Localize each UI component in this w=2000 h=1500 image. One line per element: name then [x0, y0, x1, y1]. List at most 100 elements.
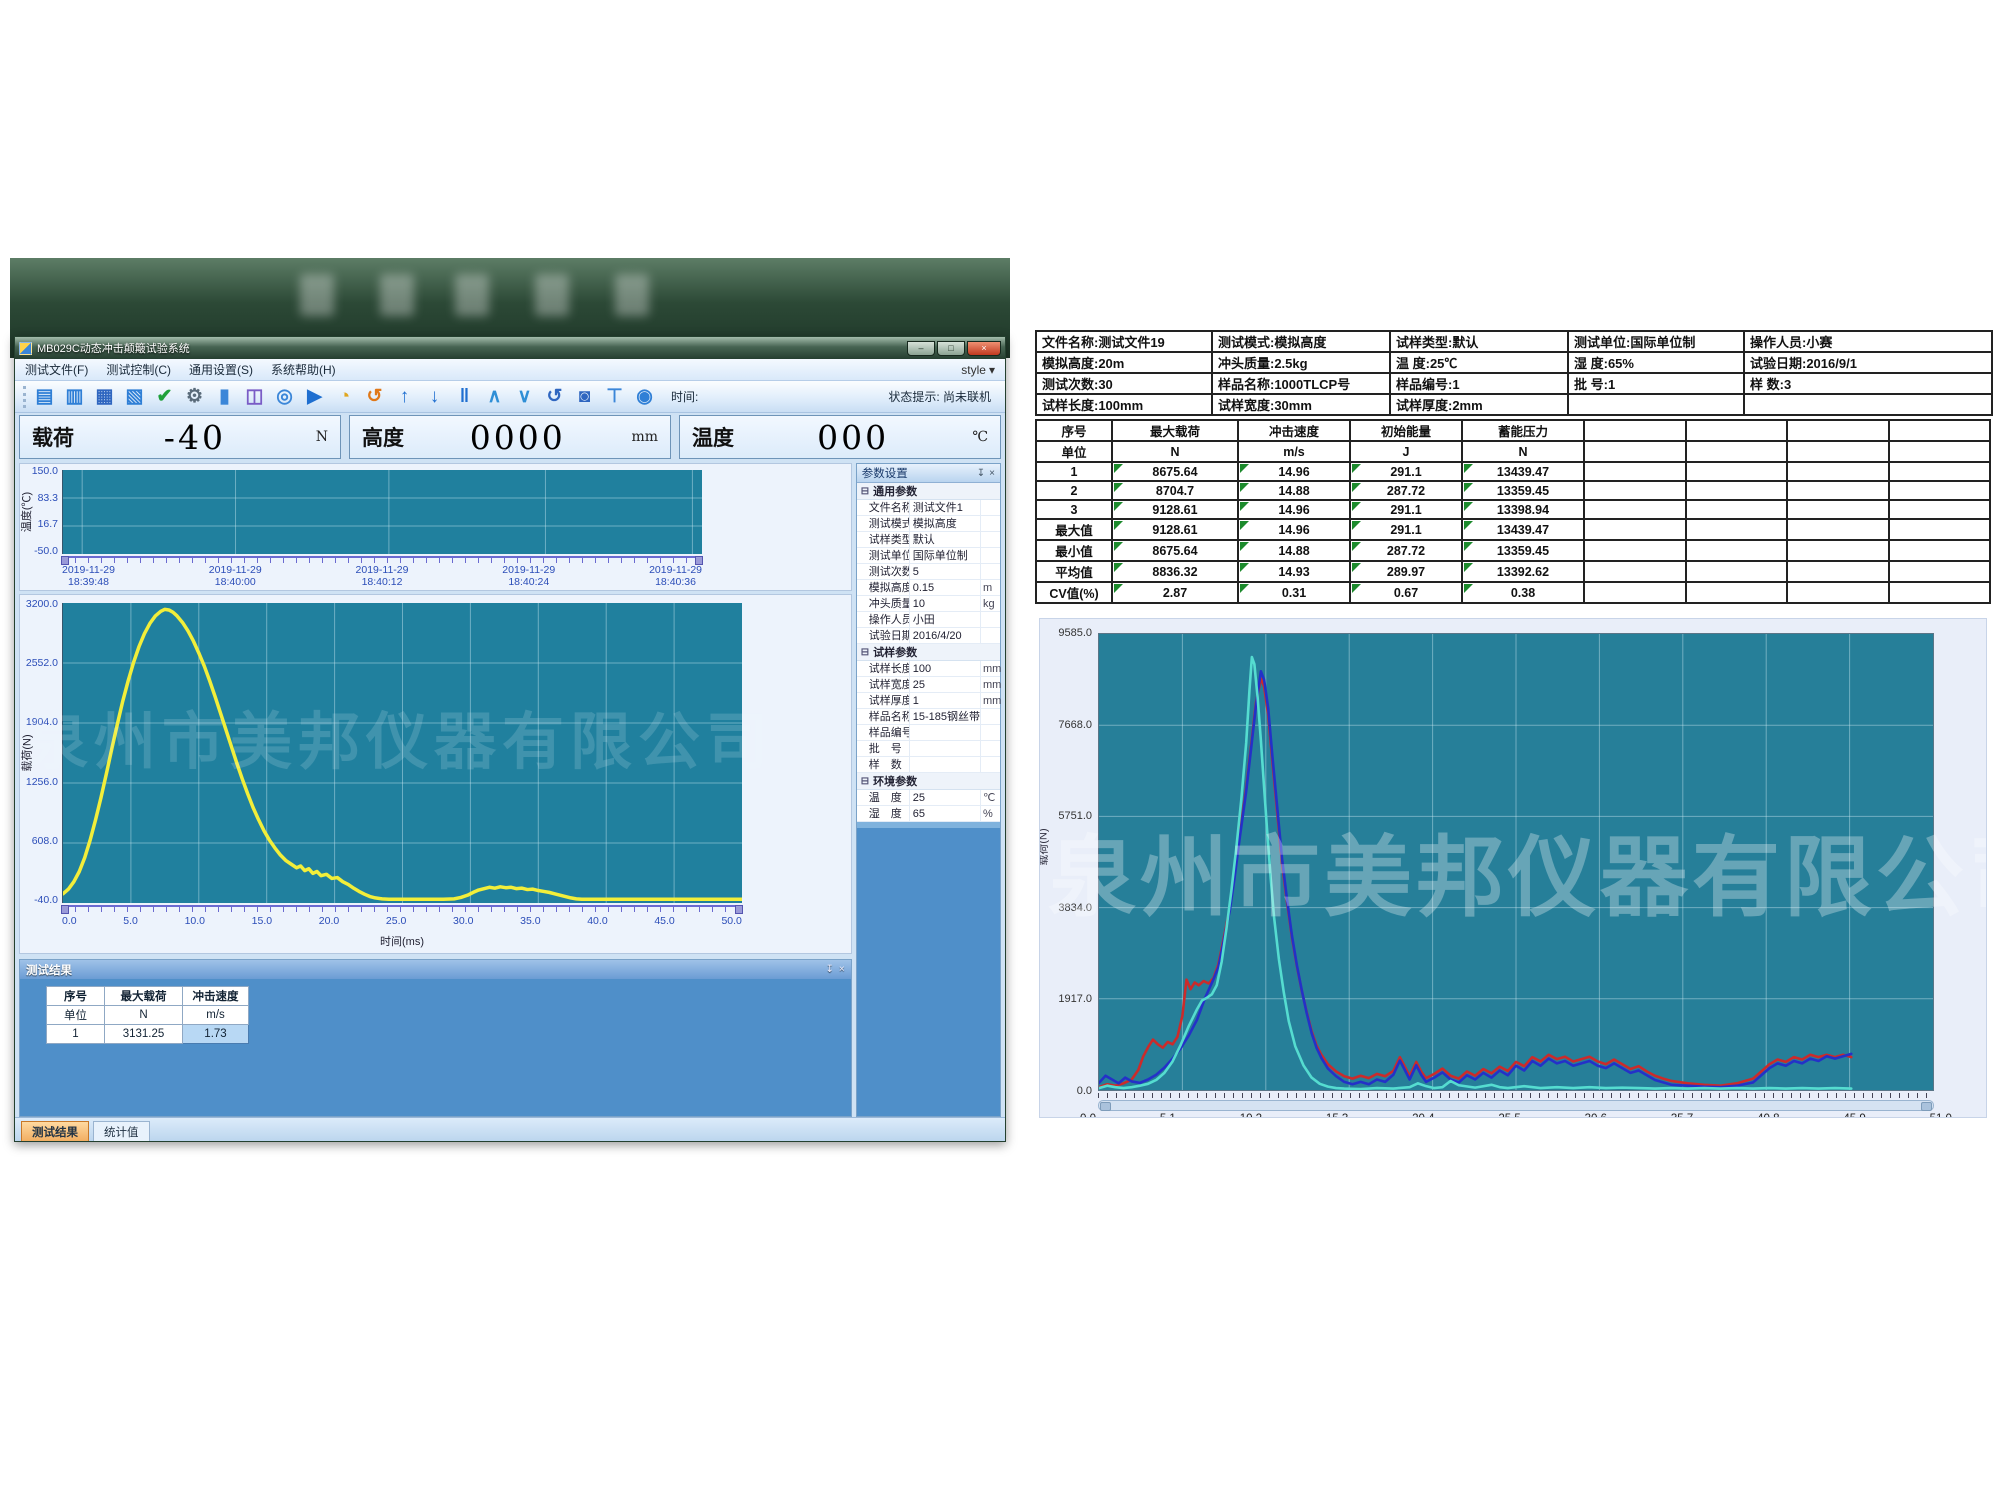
- sidebar-parameter-row[interactable]: 冲头质量10kg: [857, 596, 1000, 612]
- minimize-button[interactable]: –: [907, 341, 935, 356]
- parameter-value[interactable]: [909, 757, 980, 772]
- jog-down-icon[interactable]: ∨: [513, 385, 536, 409]
- tab-results[interactable]: 测试结果: [21, 1121, 89, 1141]
- network-icon[interactable]: ◎: [273, 385, 296, 409]
- menu-item-file[interactable]: 测试文件(F): [25, 361, 88, 378]
- parameter-value[interactable]: 1: [909, 693, 980, 708]
- temperature-chart-plot[interactable]: [62, 470, 702, 554]
- sidebar-parameter-row[interactable]: 文件名称测试文件1: [857, 500, 1000, 516]
- sidebar-parameter-row[interactable]: 操作人员小田: [857, 612, 1000, 628]
- sidebar-parameter-row[interactable]: 试样类型默认: [857, 532, 1000, 548]
- sidebar-parameter-row[interactable]: 样 数: [857, 757, 1000, 773]
- sensor-icon[interactable]: ▮: [213, 385, 236, 409]
- sidebar-parameter-row[interactable]: 批 号: [857, 741, 1000, 757]
- table-cell: 测试次数:30: [1036, 373, 1212, 394]
- load-chart-x-axis[interactable]: [62, 905, 742, 912]
- collapse-icon[interactable]: ⊟: [861, 647, 869, 658]
- parameter-value[interactable]: [909, 741, 980, 756]
- sidebar-parameter-row[interactable]: 试样宽度25mm: [857, 677, 1000, 693]
- open-file-icon[interactable]: ▥: [63, 385, 86, 409]
- move-up-icon[interactable]: ↑: [393, 385, 416, 409]
- tick-label: 0.0: [1080, 1113, 1096, 1118]
- menu-item-settings[interactable]: 通用设置(S): [189, 361, 253, 378]
- sidebar-parameter-row[interactable]: 测试模式模拟高度: [857, 516, 1000, 532]
- parameter-value[interactable]: 2016/4/20: [909, 628, 980, 643]
- sidebar-parameter-row[interactable]: 测试单位国际单位制: [857, 548, 1000, 564]
- settings-gear-icon[interactable]: ⚙: [183, 385, 206, 409]
- new-file-icon[interactable]: ▤: [33, 385, 56, 409]
- close-button[interactable]: ×: [967, 341, 1001, 356]
- load-value: -40: [74, 418, 316, 457]
- close-icon[interactable]: ×: [839, 964, 845, 975]
- sidebar-parameter-row[interactable]: 试验日期2016/4/20: [857, 628, 1000, 644]
- parameter-value[interactable]: 小田: [909, 612, 980, 627]
- parameter-value[interactable]: 65: [909, 806, 980, 821]
- parameter-value[interactable]: 5: [909, 564, 980, 579]
- axis-setup-icon[interactable]: ⊤: [603, 385, 626, 409]
- pause-test-icon[interactable]: ‖: [453, 385, 476, 409]
- sidebar-section-header[interactable]: ⊟通用参数: [857, 483, 1000, 500]
- parameter-value[interactable]: 15-185钢丝带: [909, 709, 980, 724]
- table-cell: [1889, 462, 1991, 481]
- pin-icon[interactable]: ↧: [977, 468, 985, 479]
- table-cell: [1787, 500, 1889, 519]
- temperature-chart-x-axis[interactable]: [62, 556, 702, 563]
- sidebar-parameter-row[interactable]: 温 度25℃: [857, 790, 1000, 806]
- close-icon[interactable]: ×: [989, 468, 995, 479]
- connect-device-icon[interactable]: ✔: [153, 385, 176, 409]
- start-test-icon[interactable]: ▶: [303, 385, 326, 409]
- parameter-value[interactable]: 0.15: [909, 580, 980, 595]
- collapse-icon[interactable]: ⊟: [861, 486, 869, 497]
- parameter-value[interactable]: 测试文件1: [909, 500, 980, 515]
- parameter-value[interactable]: [909, 725, 980, 740]
- parameter-value[interactable]: 模拟高度: [909, 516, 980, 531]
- parameter-value[interactable]: 国际单位制: [909, 548, 980, 563]
- results-panel-header[interactable]: 测试结果 ↧ ×: [20, 960, 851, 979]
- sidebar-parameter-row[interactable]: 试样长度100mm: [857, 661, 1000, 677]
- title-bar[interactable]: MB029C动态冲击颠簸试验系统 – □ ×: [15, 337, 1005, 359]
- sidebar-parameter-row[interactable]: 湿 度65%: [857, 806, 1000, 822]
- sidebar-section-header[interactable]: ⊟环境参数: [857, 773, 1000, 790]
- parameter-value[interactable]: 默认: [909, 532, 980, 547]
- tick-label: -50.0: [20, 545, 58, 557]
- report-chart-scrollbar[interactable]: [1098, 1100, 1934, 1111]
- reset-cycle-icon[interactable]: ↺: [363, 385, 386, 409]
- menu-item-control[interactable]: 测试控制(C): [106, 361, 171, 378]
- table-cell: [1889, 519, 1991, 540]
- parameter-value[interactable]: 25: [909, 790, 980, 805]
- temperature-chart-x-ticks: 2019-11-2918:39:482019-11-2918:40:002019…: [62, 564, 702, 588]
- tick-label: 5.1: [1160, 1113, 1176, 1118]
- jog-up-icon[interactable]: ∧: [483, 385, 506, 409]
- parameter-value[interactable]: 10: [909, 596, 980, 611]
- maximize-button[interactable]: □: [937, 341, 965, 356]
- chart-view-icon[interactable]: ◫: [243, 385, 266, 409]
- return-home-icon[interactable]: ↺: [543, 385, 566, 409]
- table-row: CV值(%)2.870.310.670.38: [1036, 582, 1990, 603]
- parameter-value[interactable]: 25: [909, 677, 980, 692]
- sidebar-parameter-row[interactable]: 样品编号: [857, 725, 1000, 741]
- load-chart-plot[interactable]: [62, 603, 742, 903]
- style-dropdown[interactable]: style ▾: [961, 363, 995, 377]
- sidebar-section-header[interactable]: ⊟试样参数: [857, 644, 1000, 661]
- sidebar-parameter-row[interactable]: 样品名称15-185钢丝带: [857, 709, 1000, 725]
- table-cell: 14.96: [1238, 500, 1350, 519]
- sidebar-parameter-row[interactable]: 模拟高度0.15m: [857, 580, 1000, 596]
- table-cell: 14.96: [1238, 519, 1350, 540]
- lock-icon[interactable]: ◙: [573, 385, 596, 409]
- power-icon[interactable]: ◉: [633, 385, 656, 409]
- sidebar-parameter-row[interactable]: 试样厚度1mm: [857, 693, 1000, 709]
- sidebar-header[interactable]: 参数设置 ↧ ×: [857, 464, 1000, 483]
- tab-statistics[interactable]: 统计值: [93, 1121, 150, 1141]
- toolbar-grip[interactable]: [23, 386, 26, 408]
- move-down-icon[interactable]: ↓: [423, 385, 446, 409]
- pin-icon[interactable]: ↧: [826, 964, 834, 975]
- collapse-icon[interactable]: ⊟: [861, 776, 869, 787]
- parameter-unit: [980, 516, 1000, 531]
- parameter-value[interactable]: 100: [909, 661, 980, 676]
- report-chart-plot[interactable]: [1098, 633, 1934, 1091]
- menu-item-help[interactable]: 系统帮助(H): [271, 361, 336, 378]
- sidebar-parameter-row[interactable]: 测试次数5: [857, 564, 1000, 580]
- calibration-icon[interactable]: ◔: [333, 385, 356, 409]
- save-file-icon[interactable]: ▦: [93, 385, 116, 409]
- export-file-icon[interactable]: ▧: [123, 385, 146, 409]
